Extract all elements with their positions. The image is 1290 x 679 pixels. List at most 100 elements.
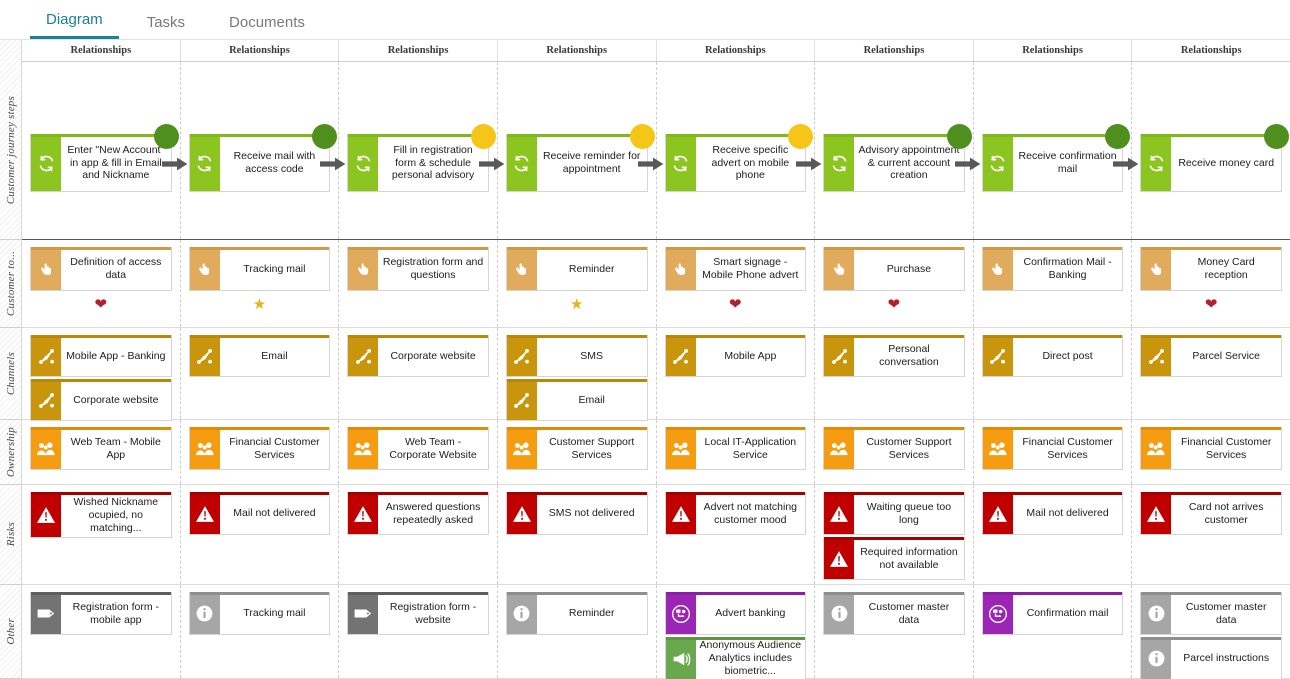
ownership-card[interactable]: Financial Customer Services: [1140, 427, 1282, 470]
customer-touchpoint-cell-4[interactable]: Reminder ★: [498, 240, 657, 327]
column-header-relationships[interactable]: Relationships: [22, 40, 181, 61]
ownership-cell-3[interactable]: Web Team - Corporate Website: [339, 420, 498, 484]
customer-touchpoint-cell-7[interactable]: Confirmation Mail - Banking: [974, 240, 1133, 327]
touchpoint-card[interactable]: Tracking mail: [188, 247, 331, 291]
column-header-relationships[interactable]: Relationships: [181, 40, 340, 61]
touchpoint-card[interactable]: Confirmation Mail - Banking: [981, 247, 1124, 291]
risk-card[interactable]: Waiting queue too long: [823, 492, 965, 535]
journey-step-cell-2[interactable]: Receive mail with access code: [181, 62, 346, 239]
channel-card[interactable]: SMS: [505, 335, 648, 377]
channel-card[interactable]: Direct post: [981, 335, 1124, 377]
ownership-card[interactable]: Web Team - Corporate Website: [347, 427, 489, 470]
risk-card[interactable]: Mail not delivered: [188, 492, 331, 535]
ownership-card[interactable]: Local IT-Application Service: [664, 427, 807, 470]
tab-diagram[interactable]: Diagram: [30, 12, 119, 39]
channel-card[interactable]: Corporate website: [30, 379, 172, 421]
channels-cell-5[interactable]: Mobile App: [657, 328, 816, 419]
other-card[interactable]: Registration form - website: [347, 592, 489, 635]
ownership-card[interactable]: Financial Customer Services: [981, 427, 1124, 470]
risks-cell-4[interactable]: SMS not delivered: [498, 485, 657, 584]
channel-card[interactable]: Email: [505, 379, 648, 421]
ownership-cell-2[interactable]: Financial Customer Services: [181, 420, 340, 484]
ownership-cell-7[interactable]: Financial Customer Services: [974, 420, 1133, 484]
touchpoint-card[interactable]: Reminder: [505, 247, 648, 291]
ownership-cell-1[interactable]: Web Team - Mobile App: [22, 420, 181, 484]
journey-step-cell-1[interactable]: Enter "New Account" in app & fill in Ema…: [22, 62, 188, 239]
other-card[interactable]: Tracking mail: [188, 592, 331, 635]
channels-cell-7[interactable]: Direct post: [974, 328, 1133, 419]
journey-step-card[interactable]: Advisory appointment & current account c…: [823, 124, 972, 192]
other-card[interactable]: Advert banking: [664, 592, 807, 635]
other-cell-4[interactable]: Reminder: [498, 585, 657, 678]
risk-card[interactable]: Card not arrives customer: [1140, 492, 1282, 535]
ownership-card[interactable]: Customer Support Services: [823, 427, 965, 470]
touchpoint-card[interactable]: Money Card reception: [1140, 247, 1282, 291]
ownership-cell-6[interactable]: Customer Support Services: [815, 420, 974, 484]
status-dot[interactable]: [470, 124, 496, 149]
column-header-relationships[interactable]: Relationships: [974, 40, 1133, 61]
channels-cell-8[interactable]: Parcel Service: [1132, 328, 1290, 419]
other-card[interactable]: Customer master data: [1140, 592, 1282, 635]
risks-cell-3[interactable]: Answered questions repeatedly asked: [339, 485, 498, 584]
status-dot[interactable]: [788, 124, 814, 149]
other-card[interactable]: Reminder: [505, 592, 648, 635]
channel-card[interactable]: Email: [188, 335, 331, 377]
customer-touchpoint-cell-5[interactable]: Smart signage - Mobile Phone advert ❤: [657, 240, 816, 327]
journey-step-card[interactable]: Receive confirmation mail: [981, 124, 1131, 192]
status-dot[interactable]: [1264, 124, 1289, 149]
other-cell-2[interactable]: Tracking mail: [181, 585, 340, 678]
other-card[interactable]: Parcel instructions: [1140, 637, 1282, 679]
status-dot[interactable]: [946, 124, 972, 149]
other-card[interactable]: Registration form - mobile app: [30, 592, 172, 635]
other-cell-6[interactable]: Customer master data: [815, 585, 974, 678]
journey-step-card[interactable]: Receive reminder for appointment: [505, 124, 655, 192]
status-dot[interactable]: [629, 124, 655, 149]
journey-step-cell-6[interactable]: Advisory appointment & current account c…: [815, 62, 981, 239]
customer-touchpoint-cell-8[interactable]: Money Card reception ❤: [1132, 240, 1290, 327]
risks-cell-7[interactable]: Mail not delivered: [974, 485, 1133, 584]
customer-touchpoint-cell-3[interactable]: Registration form and questions: [339, 240, 498, 327]
ownership-cell-5[interactable]: Local IT-Application Service: [657, 420, 816, 484]
risks-cell-6[interactable]: Waiting queue too long Required informat…: [815, 485, 974, 584]
journey-step-card[interactable]: Receive mail with access code: [188, 124, 338, 192]
ownership-cell-8[interactable]: Financial Customer Services: [1132, 420, 1290, 484]
journey-step-cell-8[interactable]: Receive money card: [1132, 62, 1290, 239]
other-cell-7[interactable]: Confirmation mail: [974, 585, 1133, 678]
risk-card[interactable]: Mail not delivered: [981, 492, 1124, 535]
other-cell-3[interactable]: Registration form - website: [339, 585, 498, 678]
column-header-relationships[interactable]: Relationships: [498, 40, 657, 61]
status-dot[interactable]: [312, 124, 338, 149]
customer-touchpoint-cell-2[interactable]: Tracking mail ★: [181, 240, 340, 327]
status-dot[interactable]: [1105, 124, 1131, 149]
risk-card[interactable]: SMS not delivered: [505, 492, 648, 535]
risks-cell-2[interactable]: Mail not delivered: [181, 485, 340, 584]
risk-card[interactable]: Wished Nickname ocupied, no matching...: [30, 492, 172, 539]
tab-documents[interactable]: Documents: [213, 15, 321, 39]
other-cell-1[interactable]: Registration form - mobile app: [22, 585, 181, 678]
touchpoint-card[interactable]: Definition of access data: [30, 247, 172, 291]
column-header-relationships[interactable]: Relationships: [657, 40, 816, 61]
channels-cell-4[interactable]: SMS Email: [498, 328, 657, 421]
risk-card[interactable]: Advert not matching customer mood: [664, 492, 807, 535]
ownership-cell-4[interactable]: Customer Support Services: [498, 420, 657, 484]
customer-touchpoint-cell-1[interactable]: Definition of access data ❤: [22, 240, 181, 327]
tab-tasks[interactable]: Tasks: [131, 15, 201, 39]
channel-card[interactable]: Mobile App - Banking: [30, 335, 172, 377]
ownership-card[interactable]: Web Team - Mobile App: [30, 427, 172, 470]
status-dot[interactable]: [153, 124, 179, 149]
journey-step-cell-7[interactable]: Receive confirmation mail: [974, 62, 1139, 239]
journey-step-cell-4[interactable]: Receive reminder for appointment: [498, 62, 663, 239]
channel-card[interactable]: Parcel Service: [1140, 335, 1282, 377]
risk-card[interactable]: Answered questions repeatedly asked: [347, 492, 489, 535]
journey-step-card[interactable]: Fill in registration form & schedule per…: [347, 124, 496, 192]
other-card[interactable]: Confirmation mail: [981, 592, 1124, 635]
risks-cell-8[interactable]: Card not arrives customer: [1132, 485, 1290, 584]
journey-step-card[interactable]: Enter "New Account" in app & fill in Ema…: [30, 124, 179, 192]
risks-cell-5[interactable]: Advert not matching customer mood: [657, 485, 816, 584]
channels-cell-2[interactable]: Email: [181, 328, 340, 419]
other-cell-8[interactable]: Customer master data Parcel instructions: [1132, 585, 1290, 679]
customer-touchpoint-cell-6[interactable]: Purchase ❤: [815, 240, 974, 327]
journey-step-card[interactable]: Receive specific advert on mobile phone: [664, 124, 814, 192]
ownership-card[interactable]: Financial Customer Services: [188, 427, 331, 470]
other-card[interactable]: Customer master data: [823, 592, 965, 635]
